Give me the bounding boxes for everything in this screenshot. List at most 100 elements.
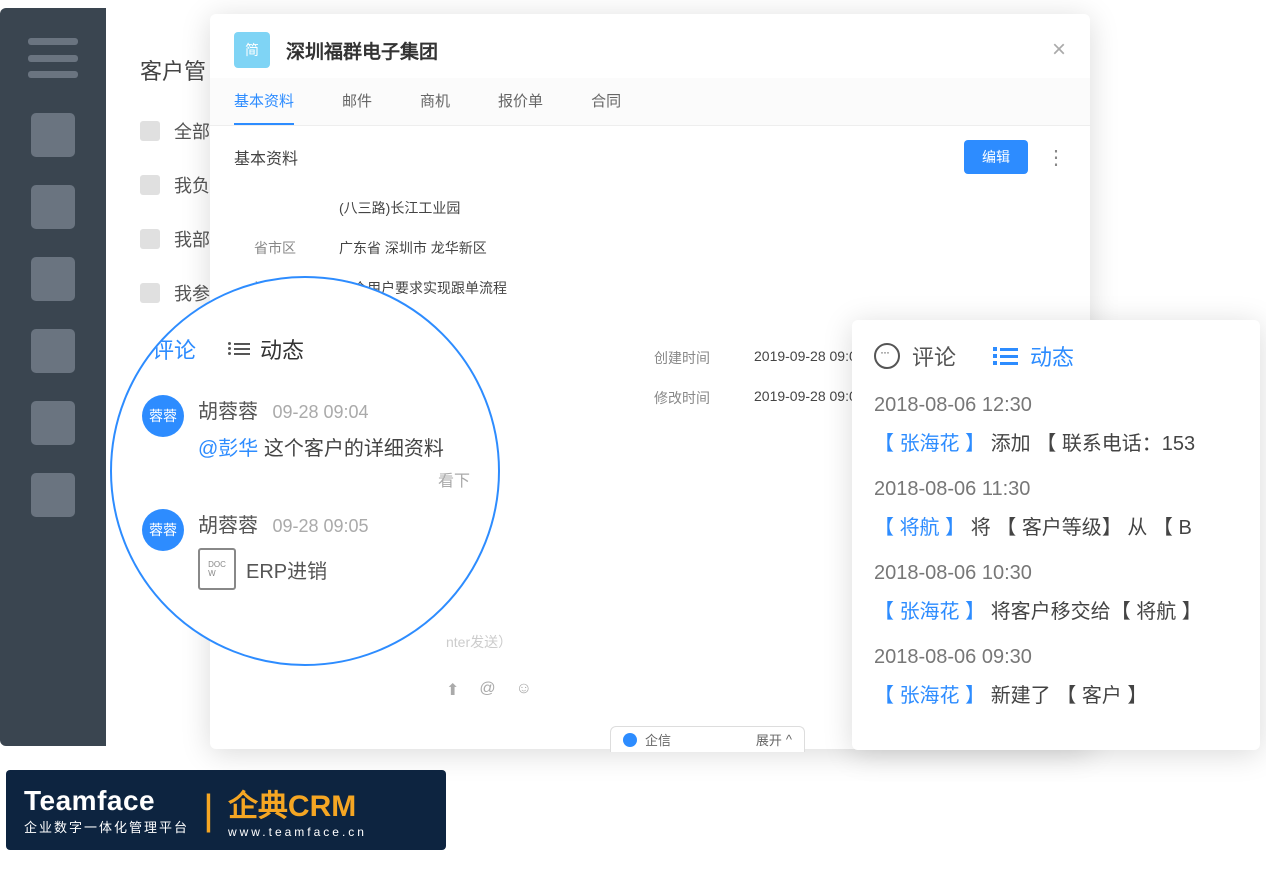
section-header: 基本资料 编辑 ⋮ [210, 126, 1090, 188]
commenter-name: 胡蓉蓉 [198, 395, 258, 424]
detail-tabs: 基本资料 邮件 商机 报价单 合同 [210, 78, 1090, 126]
log-time: 2018-08-06 11:30 [874, 478, 1238, 501]
nav-item[interactable] [31, 257, 75, 301]
edit-button[interactable]: 编辑 [964, 140, 1028, 174]
panel-title: 客户管 [140, 54, 216, 86]
doc-name: ERP进销 [246, 555, 327, 584]
log-time: 2018-08-06 09:30 [874, 646, 1238, 669]
upload-icon[interactable]: ⬆ [446, 680, 459, 700]
hamburger-icon[interactable] [28, 38, 78, 78]
log-action: 添加 [991, 433, 1031, 455]
checkbox-icon[interactable] [140, 121, 160, 141]
company-name: 深圳福群电子集团 [286, 37, 1052, 64]
close-icon[interactable]: × [1052, 36, 1066, 64]
logo-cn: 企典CRM [228, 781, 367, 825]
tab-quote[interactable]: 报价单 [498, 78, 543, 125]
checkbox-icon[interactable] [140, 175, 160, 195]
info-label: 修改时间 [654, 388, 754, 408]
log-user: 张海花 [900, 685, 960, 707]
tab-comment[interactable]: 评论 [874, 340, 956, 372]
chat-tab[interactable]: 企信 展开 ^ [610, 726, 805, 752]
log-time: 2018-08-06 10:30 [874, 562, 1238, 585]
comment-tail: 看下 [142, 467, 470, 491]
tab-opportunity[interactable]: 商机 [420, 78, 450, 125]
tab-basic[interactable]: 基本资料 [234, 78, 294, 125]
nav-item[interactable] [31, 401, 75, 445]
logo-url: www.teamface.cn [228, 825, 367, 839]
filter-row[interactable]: 全部 [140, 118, 216, 144]
log-action: 将 [971, 517, 991, 539]
log-user: 张海花 [900, 601, 960, 623]
activity-log-item: 2018-08-06 11:30 【 将航 】 将 【 客户等级】 从 【 B [874, 478, 1238, 540]
nav-item[interactable] [31, 113, 75, 157]
chevron-up-icon: ^ [786, 732, 792, 747]
avatar: 蓉蓉 [142, 395, 184, 437]
comment-icon [874, 343, 900, 369]
checkbox-icon[interactable] [140, 229, 160, 249]
info-value: 广东省 深圳市 龙华新区 [339, 238, 487, 258]
checkbox-icon[interactable] [140, 283, 160, 303]
tab-activity[interactable]: 动态 [1000, 340, 1074, 372]
filter-row[interactable]: 我负 [140, 172, 216, 198]
chat-icon [623, 733, 637, 747]
mention-icon[interactable]: @ [479, 680, 495, 700]
log-user: 将航 [900, 517, 940, 539]
log-time: 2018-08-06 12:30 [874, 394, 1238, 417]
list-icon [234, 343, 250, 355]
nav-item[interactable] [31, 329, 75, 373]
info-label [254, 198, 339, 218]
tab-contract[interactable]: 合同 [591, 78, 621, 125]
activity-log-item: 2018-08-06 12:30 【 张海花 】 添加 【 联系电话：153 [874, 394, 1238, 456]
filter-label: 我部 [174, 226, 210, 252]
log-target: 将航 [1136, 601, 1176, 623]
brand-logo: Teamface 企业数字一体化管理平台 | 企典CRM www.teamfac… [6, 770, 446, 850]
log-field: 客户等级 [1022, 517, 1102, 539]
company-icon: 简 [234, 32, 270, 68]
activity-log-item: 2018-08-06 10:30 【 张海花 】 将客户移交给【 将航 】 [874, 562, 1238, 624]
comment-zoom-circle: 评论 动态 蓉蓉 胡蓉蓉 09-28 09:04 @彭华 这个客户的详细资料 看… [110, 276, 500, 666]
filter-label: 我负 [174, 172, 210, 198]
comment-tabs: 评论 动态 [152, 333, 478, 365]
log-action: 将客户移交给 [991, 601, 1111, 623]
info-value: 2019-09-28 09:04 [754, 388, 865, 408]
tab-activity-label: 动态 [1030, 340, 1074, 372]
log-user: 张海花 [900, 433, 960, 455]
filter-row[interactable]: 我部 [140, 226, 216, 252]
log-field: 联系电话：153 [1062, 433, 1195, 455]
nav-item[interactable] [31, 473, 75, 517]
log-target: 客户 [1082, 685, 1122, 707]
mention-link[interactable]: @彭华 [198, 438, 258, 460]
filter-label: 我参 [174, 280, 210, 306]
section-title: 基本资料 [234, 145, 298, 169]
activity-panel: 评论 动态 2018-08-06 12:30 【 张海花 】 添加 【 联系电话… [852, 320, 1260, 750]
info-label: 创建时间 [654, 348, 754, 368]
log-action: 新建了 [991, 685, 1051, 707]
tab-activity[interactable]: 动态 [234, 333, 304, 365]
log-val: B [1179, 517, 1192, 539]
commenter-name: 胡蓉蓉 [198, 509, 258, 538]
expand-label: 展开 [756, 730, 782, 749]
filter-label: 全部 [174, 118, 210, 144]
left-sidebar [0, 8, 106, 746]
nav-item[interactable] [31, 185, 75, 229]
logo-main: Teamface [24, 785, 189, 817]
info-value: 2019-09-28 09:03 [754, 348, 865, 368]
attachment-item[interactable]: DOCW ERP进销 [198, 548, 369, 590]
customer-list-panel: 客户管 全部 我负 我部 我参 [106, 8, 216, 334]
comment-time: 09-28 09:04 [272, 402, 368, 422]
activity-tabs: 评论 动态 [874, 340, 1238, 372]
comment-item: 蓉蓉 胡蓉蓉 09-28 09:05 DOCW ERP进销 [142, 509, 478, 590]
tab-activity-label: 动态 [260, 333, 304, 365]
tab-email[interactable]: 邮件 [342, 78, 372, 125]
comment-time: 09-28 09:05 [272, 516, 368, 536]
list-icon [1000, 348, 1018, 365]
tab-comment-label: 评论 [912, 340, 956, 372]
modal-header: 简 深圳福群电子集团 × [210, 14, 1090, 78]
logo-sub: 企业数字一体化管理平台 [24, 817, 189, 836]
emoji-icon[interactable]: ☺ [516, 680, 532, 700]
comment-item: 蓉蓉 胡蓉蓉 09-28 09:04 @彭华 这个客户的详细资料 [142, 395, 478, 461]
tab-comment[interactable]: 评论 [152, 333, 196, 365]
filter-row[interactable]: 我参 [140, 280, 216, 306]
more-icon[interactable]: ⋮ [1046, 145, 1066, 170]
info-label: 省市区 [254, 238, 339, 258]
